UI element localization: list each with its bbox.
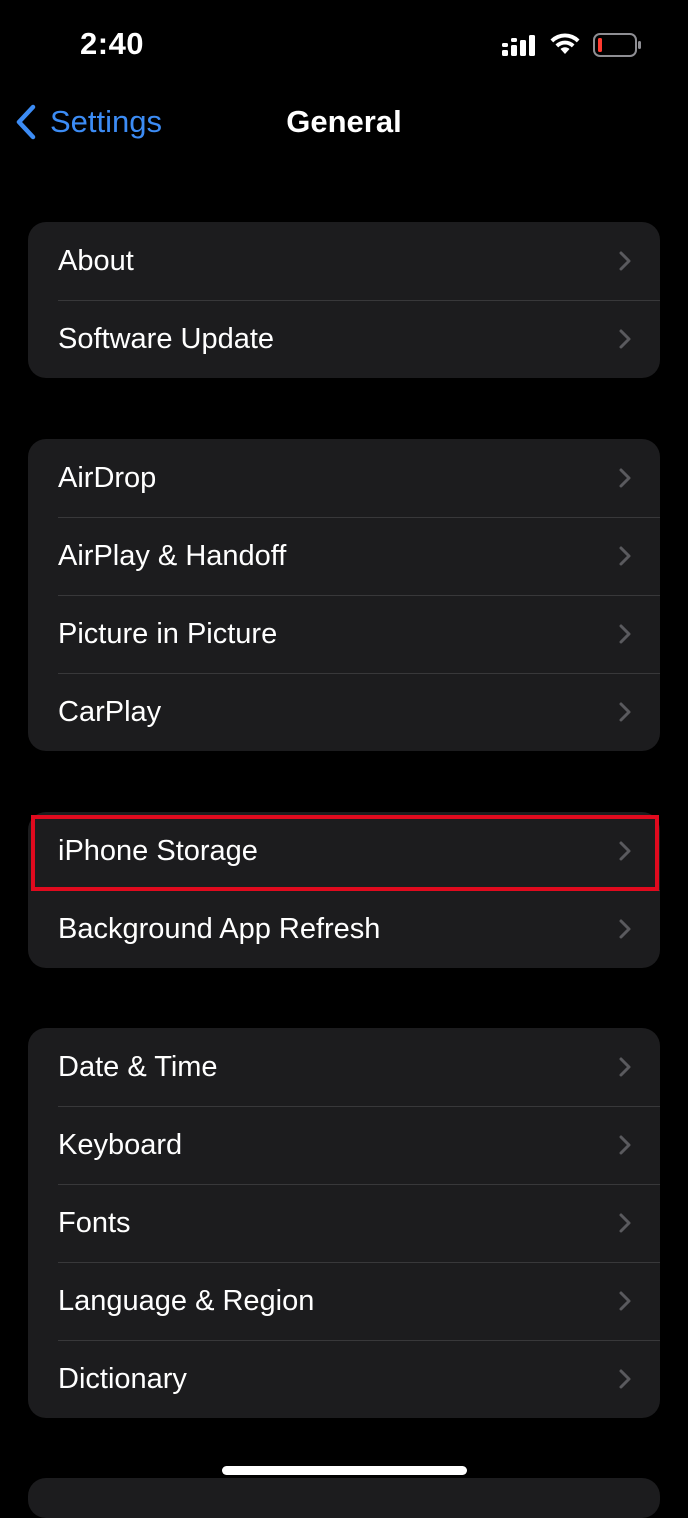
row-label: Background App Refresh: [58, 913, 381, 945]
settings-group-connectivity: AirDrop AirPlay & Handoff Picture in Pic…: [28, 439, 660, 751]
row-label: Keyboard: [58, 1129, 183, 1161]
status-bar: 2:40: [0, 0, 688, 90]
settings-row-date-time[interactable]: Date & Time: [28, 1028, 660, 1106]
settings-row-dictionary[interactable]: Dictionary: [28, 1340, 660, 1418]
chevron-right-icon: [619, 1213, 631, 1233]
settings-row-background-app-refresh[interactable]: Background App Refresh: [28, 890, 660, 968]
chevron-right-icon: [619, 329, 631, 349]
chevron-right-icon: [619, 251, 631, 271]
battery-low-icon: [593, 33, 641, 57]
row-label: Dictionary: [58, 1363, 187, 1395]
settings-row-airdrop[interactable]: AirDrop: [28, 439, 660, 517]
row-label: About: [58, 245, 134, 277]
cellular-signal-icon: [502, 35, 535, 56]
chevron-right-icon: [619, 702, 631, 722]
row-label: Picture in Picture: [58, 618, 278, 650]
settings-row-about[interactable]: About: [28, 222, 660, 300]
chevron-right-icon: [619, 468, 631, 488]
chevron-right-icon: [619, 1135, 631, 1155]
chevron-right-icon: [619, 919, 631, 939]
row-label: iPhone Storage: [58, 835, 258, 867]
chevron-right-icon: [619, 841, 631, 861]
settings-row-airplay-handoff[interactable]: AirPlay & Handoff: [28, 517, 660, 595]
row-label: Language & Region: [58, 1285, 315, 1317]
chevron-right-icon: [619, 1291, 631, 1311]
settings-row-software-update[interactable]: Software Update: [28, 300, 660, 378]
chevron-right-icon: [619, 1057, 631, 1077]
chevron-right-icon: [619, 1369, 631, 1389]
settings-row-fonts[interactable]: Fonts: [28, 1184, 660, 1262]
chevron-right-icon: [619, 546, 631, 566]
status-time: 2:40: [80, 26, 145, 61]
row-label: CarPlay: [58, 696, 162, 728]
navigation-bar: Settings General: [0, 92, 688, 152]
home-indicator[interactable]: [222, 1466, 467, 1475]
settings-row-keyboard[interactable]: Keyboard: [28, 1106, 660, 1184]
row-label: Fonts: [58, 1207, 131, 1239]
page-title: General: [286, 104, 402, 139]
row-label: AirDrop: [58, 462, 157, 494]
wifi-icon: [550, 33, 580, 54]
settings-row-language-region[interactable]: Language & Region: [28, 1262, 660, 1340]
settings-row-carplay[interactable]: CarPlay: [28, 673, 660, 751]
settings-row-picture-in-picture[interactable]: Picture in Picture: [28, 595, 660, 673]
settings-group-locale: Date & Time Keyboard Fonts Language & Re…: [28, 1028, 660, 1418]
settings-group-next-peek: [28, 1478, 660, 1518]
settings-group-storage: iPhone Storage Background App Refresh: [28, 812, 660, 968]
row-label: Date & Time: [58, 1051, 218, 1083]
row-label: AirPlay & Handoff: [58, 540, 287, 572]
chevron-right-icon: [619, 624, 631, 644]
row-label: Software Update: [58, 323, 275, 355]
settings-group-about: About Software Update: [28, 222, 660, 378]
settings-row-iphone-storage[interactable]: iPhone Storage: [28, 812, 660, 890]
